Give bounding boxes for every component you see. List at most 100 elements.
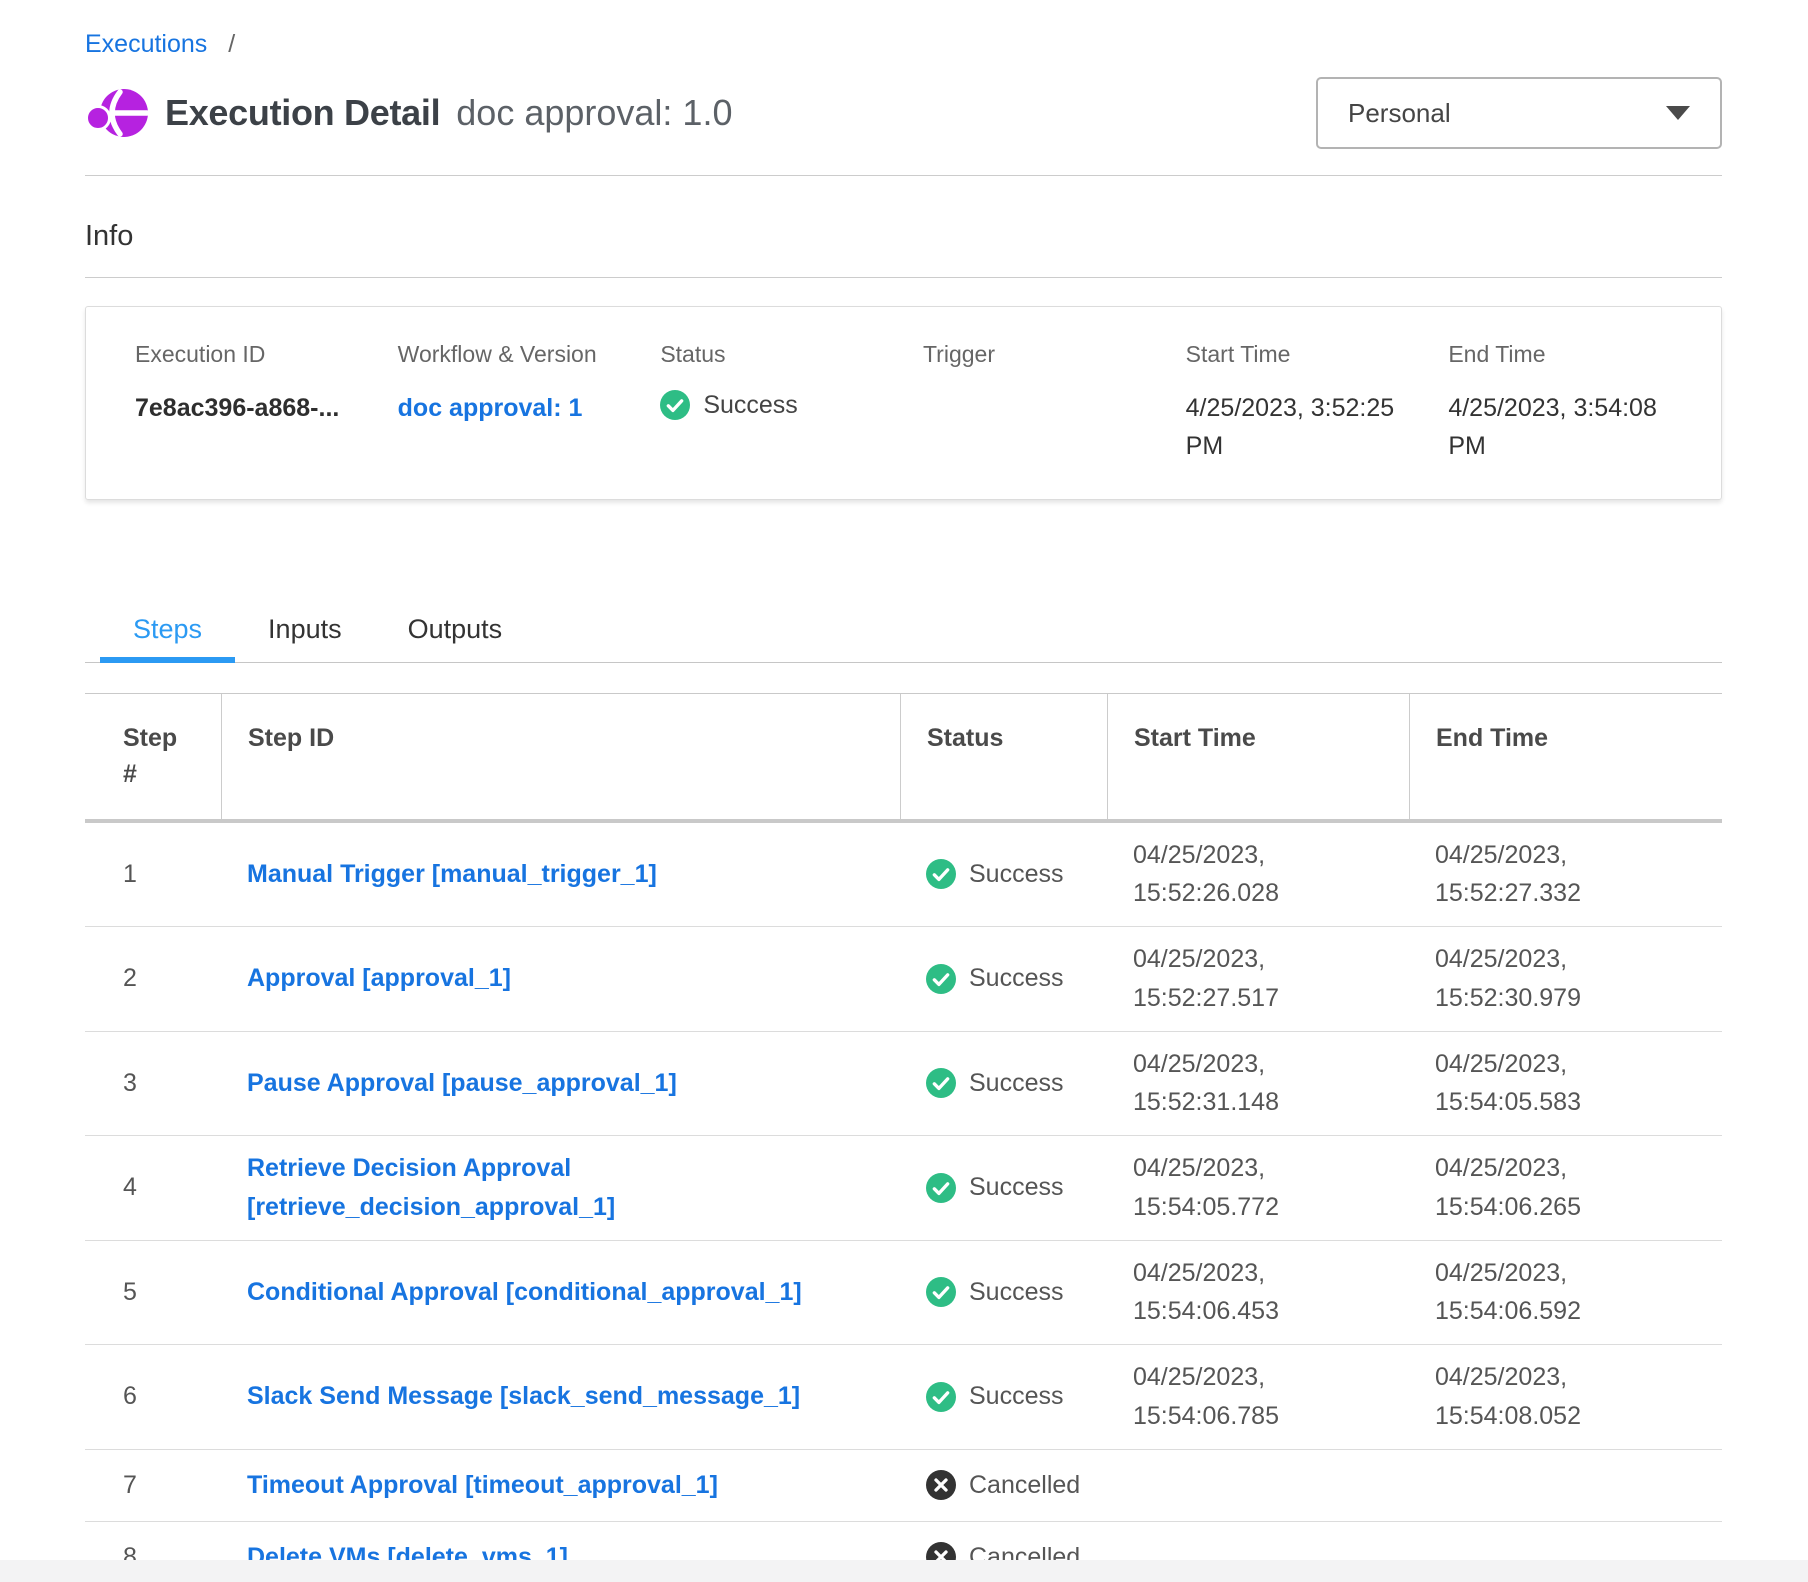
- end-time-value: 04/25/2023, 15:54:05.583: [1435, 1045, 1620, 1123]
- info-field-value: 7e8ac396-a868-...: [135, 390, 378, 428]
- step-id-link[interactable]: Retrieve Decision Approval [retrieve_dec…: [247, 1149, 857, 1227]
- status-cell: Success: [900, 1173, 1107, 1203]
- info-field-end-time: End Time 4/25/2023, 3:54:08 PM: [1448, 341, 1711, 465]
- status-text: Success: [969, 1173, 1063, 1202]
- table-row: 4 Retrieve Decision Approval [retrieve_de…: [85, 1136, 1722, 1241]
- step-number-cell: 2: [85, 964, 221, 993]
- project-selector[interactable]: Personal: [1316, 77, 1722, 149]
- end-time-cell: 04/25/2023, 15:54:08.052: [1409, 1358, 1722, 1436]
- status-cell: Success: [900, 1277, 1107, 1307]
- steps-table-header: Step #Step IDStatusStart TimeEnd Time: [85, 693, 1722, 823]
- start-time-value: 04/25/2023, 15:54:06.453: [1133, 1254, 1318, 1332]
- tabs: StepsInputsOutputs: [85, 600, 1722, 663]
- step-id-link[interactable]: Manual Trigger [manual_trigger_1]: [247, 855, 657, 894]
- status-icon-wrap: [926, 1173, 956, 1203]
- column-header-step-id: Step ID: [221, 694, 900, 819]
- table-row: 2 Approval [approval_1] Success 04/25/2023,…: [85, 927, 1722, 1032]
- end-time-cell: 04/25/2023, 15:54:06.265: [1409, 1149, 1722, 1227]
- step-number-cell: 7: [85, 1471, 221, 1500]
- status-text: Success: [969, 964, 1063, 993]
- step-id-link[interactable]: Slack Send Message [slack_send_message_1…: [247, 1377, 800, 1416]
- page-subtitle: doc approval: 1.0: [456, 92, 732, 134]
- breadcrumb-executions-link[interactable]: Executions: [85, 30, 207, 58]
- steps-table: Step #Step IDStatusStart TimeEnd Time 1M…: [85, 693, 1722, 1582]
- check-circle-icon: [660, 390, 690, 420]
- end-time-cell: 04/25/2023, 15:54:05.583: [1409, 1045, 1722, 1123]
- start-time-cell: 04/25/2023, 15:52:27.517: [1107, 940, 1409, 1018]
- breadcrumb: Executions /: [85, 0, 1722, 59]
- status-cell: Success: [900, 1068, 1107, 1098]
- step-id-link[interactable]: Pause Approval [pause_approval_1]: [247, 1064, 677, 1103]
- column-header-status: Status: [900, 694, 1107, 819]
- step-id-cell: Manual Trigger [manual_trigger_1]: [221, 855, 900, 894]
- page-title: Execution Detail: [165, 92, 440, 134]
- tab-steps[interactable]: Steps: [100, 600, 235, 663]
- info-field-value: 4/25/2023, 3:54:08 PM: [1448, 390, 1670, 465]
- step-number-cell: 5: [85, 1278, 221, 1307]
- step-id-cell: Approval [approval_1]: [221, 959, 900, 998]
- start-time-cell: 04/25/2023, 15:54:05.772: [1107, 1149, 1409, 1227]
- start-time-value: 04/25/2023, 15:52:31.148: [1133, 1045, 1318, 1123]
- status-text: Success: [969, 860, 1063, 889]
- status-text: Cancelled: [969, 1471, 1080, 1500]
- check-circle-icon: [926, 1382, 956, 1412]
- status-icon-wrap: [926, 859, 956, 889]
- status-cell: Success: [900, 964, 1107, 994]
- status-icon-wrap: [926, 1470, 956, 1500]
- table-row: 7 Timeout Approval [timeout_approval_1] Ca…: [85, 1450, 1722, 1522]
- column-header-start-time: Start Time: [1107, 694, 1409, 819]
- table-row: 1 Manual Trigger [manual_trigger_1] Succes…: [85, 823, 1722, 928]
- status-icon-wrap: [926, 1068, 956, 1098]
- step-number-cell: 3: [85, 1069, 221, 1098]
- end-time-cell: 04/25/2023, 15:52:30.979: [1409, 940, 1722, 1018]
- step-id-link[interactable]: Conditional Approval [conditional_approv…: [247, 1273, 802, 1312]
- workflow-icon: [85, 83, 149, 143]
- step-id-cell: Timeout Approval [timeout_approval_1]: [221, 1466, 900, 1505]
- column-header-end-time: End Time: [1409, 694, 1722, 819]
- info-field-execution-id: Execution ID 7e8ac396-a868-...: [135, 341, 398, 465]
- status-text: Success: [969, 1278, 1063, 1307]
- execution-detail-page: Executions / Execution Detail doc approv…: [0, 0, 1808, 1582]
- status-icon-wrap: [926, 1382, 956, 1412]
- info-field-label: Execution ID: [135, 341, 378, 368]
- breadcrumb-separator: /: [228, 30, 235, 58]
- end-time-value: 04/25/2023, 15:52:30.979: [1435, 940, 1620, 1018]
- check-circle-icon: [926, 1277, 956, 1307]
- start-time-cell: 04/25/2023, 15:52:26.028: [1107, 836, 1409, 914]
- check-circle-icon: [926, 859, 956, 889]
- tab-inputs[interactable]: Inputs: [235, 600, 375, 662]
- info-heading: Info: [85, 220, 1722, 253]
- step-id-link[interactable]: Approval [approval_1]: [247, 959, 511, 998]
- tab-outputs[interactable]: Outputs: [375, 600, 536, 662]
- step-number-cell: 1: [85, 860, 221, 889]
- info-divider: [85, 277, 1722, 278]
- title-row: Execution Detail doc approval: 1.0 Perso…: [85, 77, 1722, 149]
- status-cell: Cancelled: [900, 1470, 1107, 1500]
- info-field-value[interactable]: doc approval: 1: [398, 390, 583, 428]
- project-selector-value: Personal: [1348, 98, 1451, 129]
- step-id-link[interactable]: Timeout Approval [timeout_approval_1]: [247, 1466, 718, 1505]
- table-row: 3 Pause Approval [pause_approval_1] Succes…: [85, 1032, 1722, 1137]
- end-time-cell: 04/25/2023, 15:54:06.592: [1409, 1254, 1722, 1332]
- info-field-label: End Time: [1448, 341, 1691, 368]
- status-icon-wrap: [926, 964, 956, 994]
- check-circle-icon: [926, 964, 956, 994]
- info-status-text: Success: [703, 391, 797, 420]
- status-text: Success: [969, 1069, 1063, 1098]
- end-time-value: 04/25/2023, 15:54:08.052: [1435, 1358, 1620, 1436]
- start-time-value: 04/25/2023, 15:54:06.785: [1133, 1358, 1318, 1436]
- end-time-value: 04/25/2023, 15:54:06.265: [1435, 1149, 1620, 1227]
- step-id-cell: Conditional Approval [conditional_approv…: [221, 1273, 900, 1312]
- end-time-value: 04/25/2023, 15:52:27.332: [1435, 836, 1620, 914]
- info-card: Execution ID 7e8ac396-a868-... Workflow & …: [85, 306, 1722, 500]
- info-field-label: Trigger: [923, 341, 1166, 368]
- chevron-down-icon: [1666, 106, 1690, 120]
- end-time-cell: 04/25/2023, 15:52:27.332: [1409, 836, 1722, 914]
- info-field-label: Workflow & Version: [398, 341, 641, 368]
- status-text: Success: [969, 1382, 1063, 1411]
- end-time-value: 04/25/2023, 15:54:06.592: [1435, 1254, 1620, 1332]
- step-number-cell: 4: [85, 1173, 221, 1202]
- status-cell: Success: [900, 1382, 1107, 1412]
- info-field-status: StatusSuccess: [660, 341, 923, 465]
- check-circle-icon: [926, 1173, 956, 1203]
